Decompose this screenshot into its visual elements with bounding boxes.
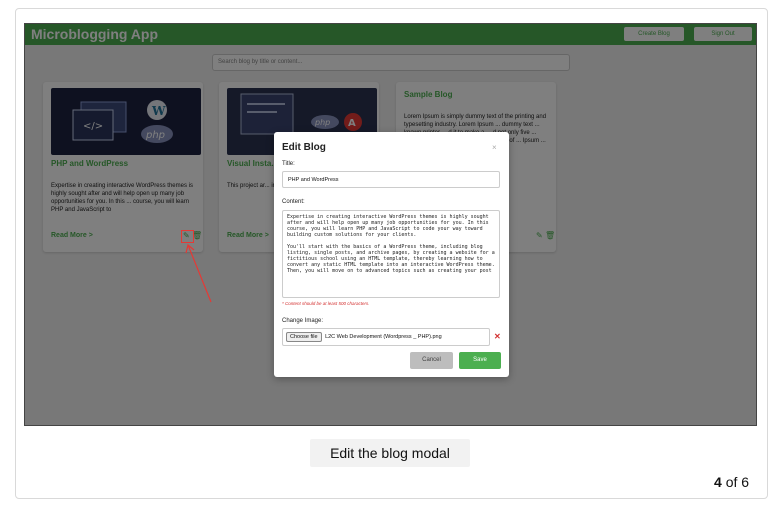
choose-file-button[interactable]: Choose file	[286, 332, 322, 342]
title-label: Title:	[282, 161, 295, 167]
file-name: L2C Web Development (Wordpress _ PHP).pn…	[325, 334, 442, 340]
change-image-label: Change Image:	[282, 318, 324, 324]
cancel-button[interactable]: Cancel	[410, 352, 453, 369]
current-slide: 4	[714, 474, 722, 490]
modal-title: Edit Blog	[282, 142, 326, 153]
remove-image-icon[interactable]: ✕	[494, 332, 501, 341]
slide-caption: Edit the blog modal	[310, 439, 470, 467]
title-field[interactable]: PHP and WordPress	[282, 171, 500, 188]
slide-total: of 6	[725, 474, 750, 490]
save-button[interactable]: Save	[459, 352, 501, 369]
close-icon[interactable]: ×	[492, 143, 497, 152]
app-screenshot: Microblogging App Create Blog Sign Out S…	[24, 23, 757, 426]
content-label: Content:	[282, 199, 305, 205]
edit-blog-modal: Edit Blog × Title: PHP and WordPress Con…	[274, 132, 509, 377]
slide-pager: 4 of 6	[714, 474, 749, 490]
content-hint: * Content should be at least 500 charact…	[282, 301, 370, 306]
content-textarea[interactable]: Expertise in creating interactive WordPr…	[282, 210, 500, 298]
arrow-annotation-icon	[185, 243, 212, 303]
file-input[interactable]: Choose file L2C Web Development (Wordpre…	[282, 328, 490, 346]
